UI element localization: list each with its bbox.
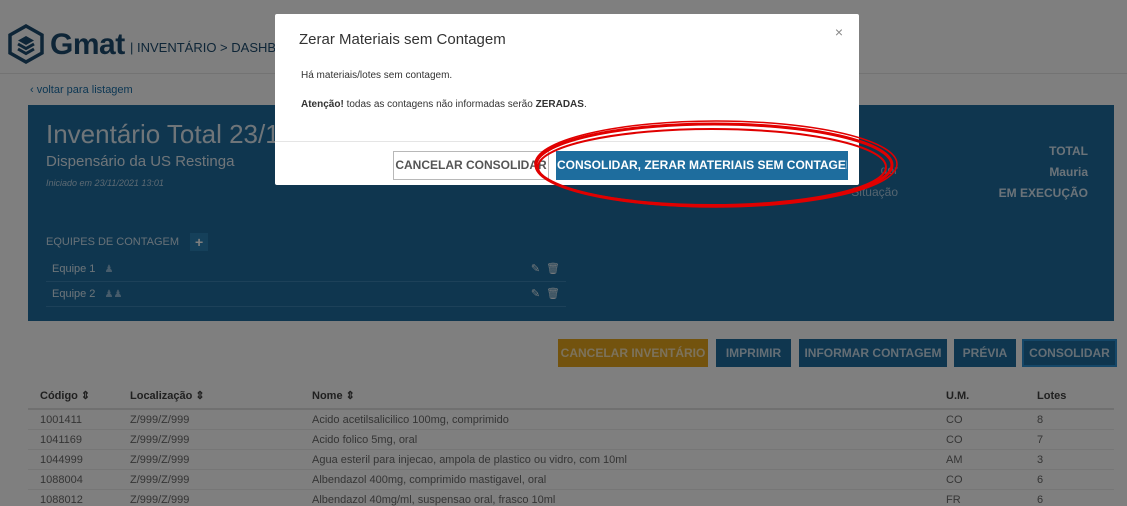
consolidate-zero-materials-button[interactable]: CONSOLIDAR, ZERAR MATERIAIS SEM CONTAGEM — [556, 151, 848, 180]
dialog-title: Zerar Materiais sem Contagem — [299, 31, 506, 48]
warning-end: . — [583, 99, 587, 110]
cancel-consolidate-button[interactable]: CANCELAR CONSOLIDAR — [393, 151, 549, 180]
warning-emphasis: ZERADAS — [535, 99, 584, 110]
warning-text: todas as contagens não informadas serão — [343, 99, 536, 110]
dialog-message: Há materiais/lotes sem contagem. — [301, 70, 453, 81]
warning-label: Atenção! — [301, 99, 344, 110]
close-icon[interactable]: × — [835, 24, 843, 40]
dialog-warning: Atenção! todas as contagens não informad… — [301, 99, 587, 110]
dialog-footer-divider — [275, 141, 859, 142]
zero-materials-dialog: Zerar Materiais sem Contagem × Há materi… — [275, 14, 859, 185]
